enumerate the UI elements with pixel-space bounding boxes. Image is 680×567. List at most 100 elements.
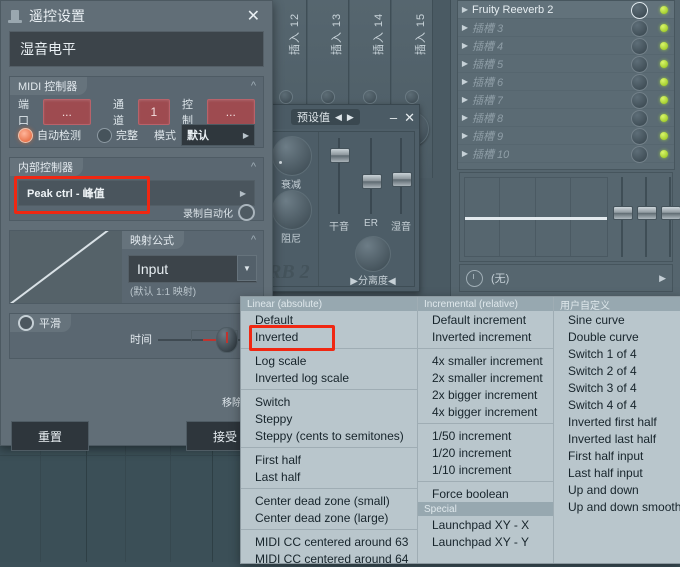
menu-item-inverted-log-scale[interactable]: Inverted log scale	[241, 369, 417, 386]
menu-item-inverted-increment[interactable]: Inverted increment	[418, 328, 553, 345]
menu-item-launchpad-xy-x[interactable]: Launchpad XY - X	[418, 516, 553, 533]
menu-item-first-half[interactable]: First half	[241, 451, 417, 468]
slot-led-icon[interactable]	[660, 96, 668, 104]
menu-item-switch[interactable]: Switch	[241, 393, 417, 410]
eq-fader[interactable]	[636, 177, 657, 257]
mapping-curve-graph[interactable]	[10, 231, 122, 303]
slot-knob[interactable]	[631, 74, 648, 91]
rack-footer[interactable]: (无) ▶	[459, 264, 673, 292]
expand-arrow-icon[interactable]: ▶	[458, 131, 472, 140]
slot-led-icon[interactable]	[660, 42, 668, 50]
collapse-chevron-icon[interactable]: ^	[251, 161, 256, 173]
menu-item-sine-curve[interactable]: Sine curve	[554, 311, 680, 328]
omni-radio[interactable]	[97, 127, 112, 143]
expand-arrow-icon[interactable]: ▶	[458, 149, 472, 158]
menu-item-launchpad-xy-y[interactable]: Launchpad XY - Y	[418, 533, 553, 550]
slot-led-icon[interactable]	[660, 132, 668, 140]
menu-item-2x-bigger[interactable]: 2x bigger increment	[418, 386, 553, 403]
expand-arrow-icon[interactable]: ▶	[458, 23, 472, 32]
minimize-button[interactable]: –	[390, 111, 397, 124]
rack-slot[interactable]: ▶ 插槽 10	[458, 145, 674, 163]
mode-selector[interactable]: 默认 ▶	[181, 124, 255, 146]
rack-slot[interactable]: ▶ 插槽 6	[458, 73, 674, 91]
menu-item-default[interactable]: Default	[241, 311, 417, 328]
slot-led-icon[interactable]	[660, 60, 668, 68]
menu-item-double-curve[interactable]: Double curve	[554, 328, 680, 345]
menu-item-steppy-cents[interactable]: Steppy (cents to semitones)	[241, 427, 417, 444]
pan-knob[interactable]	[321, 90, 335, 104]
channel-field[interactable]: 1	[137, 99, 170, 125]
menu-item-inverted-first-half[interactable]: Inverted first half	[554, 413, 680, 430]
slot-led-icon[interactable]	[660, 24, 668, 32]
preset-selector[interactable]: 预设值 ◀ ▶	[291, 109, 360, 125]
menu-item-4x-smaller[interactable]: 4x smaller increment	[418, 352, 553, 369]
eq-fader[interactable]	[612, 177, 633, 257]
menu-item-1-10-increment[interactable]: 1/10 increment	[418, 461, 553, 478]
pan-knob[interactable]	[363, 90, 377, 104]
collapse-chevron-icon[interactable]: ^	[251, 234, 256, 246]
separation-knob[interactable]	[355, 236, 391, 272]
slot-led-icon[interactable]	[660, 78, 668, 86]
rack-slot[interactable]: ▶ 插槽 8	[458, 109, 674, 127]
internal-controller-selector[interactable]: Peak ctrl - 峰值 ▶	[18, 180, 255, 206]
wet-slider[interactable]	[390, 138, 412, 214]
damping-knob[interactable]	[272, 190, 312, 230]
mapping-dropdown-button[interactable]: ▼	[237, 255, 257, 281]
menu-item-first-half-input[interactable]: First half input	[554, 447, 680, 464]
er-slider[interactable]	[360, 138, 382, 214]
port-field[interactable]: ...	[42, 99, 92, 125]
rack-slot[interactable]: ▶ 插槽 4	[458, 37, 674, 55]
expand-arrow-icon[interactable]: ▶	[458, 77, 472, 86]
prev-arrow-icon[interactable]: ◀	[335, 112, 342, 123]
expand-arrow-icon[interactable]: ▶	[458, 41, 472, 50]
menu-item-2x-smaller[interactable]: 2x smaller increment	[418, 369, 553, 386]
slot-knob[interactable]	[631, 128, 648, 145]
menu-item-1-20-increment[interactable]: 1/20 increment	[418, 444, 553, 461]
menu-item-switch-1-of-4[interactable]: Switch 1 of 4	[554, 345, 680, 362]
rack-slot[interactable]: ▶ 插槽 7	[458, 91, 674, 109]
menu-item-switch-4-of-4[interactable]: Switch 4 of 4	[554, 396, 680, 413]
time-slider-knob[interactable]	[216, 327, 239, 353]
slot-led-icon[interactable]	[660, 6, 668, 14]
menu-item-4x-bigger[interactable]: 4x bigger increment	[418, 403, 553, 420]
menu-item-1-50-increment[interactable]: 1/50 increment	[418, 427, 553, 444]
plugin-titlebar[interactable]: 预设值 ◀ ▶ – ✕	[259, 105, 419, 129]
slot-knob[interactable]	[631, 110, 648, 127]
dry-slider[interactable]	[328, 138, 350, 214]
menu-item-last-half-input[interactable]: Last half input	[554, 464, 680, 481]
menu-item-last-half[interactable]: Last half	[241, 468, 417, 485]
slot-knob[interactable]	[631, 2, 648, 19]
menu-item-default-increment[interactable]: Default increment	[418, 311, 553, 328]
menu-item-log-scale[interactable]: Log scale	[241, 352, 417, 369]
menu-item-switch-2-of-4[interactable]: Switch 2 of 4	[554, 362, 680, 379]
smoothing-toggle-radio[interactable]	[18, 315, 34, 331]
slot-knob[interactable]	[631, 92, 648, 109]
slot-knob[interactable]	[631, 56, 648, 73]
menu-item-up-and-down[interactable]: Up and down	[554, 481, 680, 498]
pan-knob[interactable]	[405, 90, 419, 104]
rack-slot[interactable]: ▶ 插槽 5	[458, 55, 674, 73]
menu-item-force-boolean[interactable]: Force boolean	[418, 485, 553, 502]
dialog-titlebar[interactable]: 遥控设置 ✕	[1, 1, 272, 31]
parameter-name-field[interactable]: 湿音电平	[9, 31, 264, 67]
rack-slot[interactable]: ▶ 插槽 3	[458, 19, 674, 37]
reset-button[interactable]: 重置	[11, 421, 89, 451]
expand-arrow-icon[interactable]: ▶	[458, 95, 472, 104]
close-button[interactable]: ✕	[404, 111, 415, 124]
menu-item-steppy[interactable]: Steppy	[241, 410, 417, 427]
chevron-right-icon[interactable]: ▶	[659, 273, 666, 284]
smoothing-panel-header[interactable]: 平滑	[10, 314, 71, 332]
expand-arrow-icon[interactable]: ▶	[458, 5, 472, 14]
decay-knob[interactable]	[272, 136, 312, 176]
slot-led-icon[interactable]	[660, 150, 668, 158]
auto-detect-radio[interactable]	[18, 127, 33, 143]
next-arrow-icon[interactable]: ▶	[347, 112, 354, 123]
slot-knob[interactable]	[631, 146, 648, 163]
remove-conflicts-link[interactable]: 移除冲突	[1, 394, 262, 409]
eq-graph[interactable]	[464, 177, 608, 257]
expand-arrow-icon[interactable]: ▶	[458, 59, 472, 68]
pan-knob[interactable]	[279, 90, 293, 104]
menu-item-center-dead-zone-small[interactable]: Center dead zone (small)	[241, 492, 417, 509]
control-field[interactable]: ...	[206, 99, 255, 125]
expand-arrow-icon[interactable]: ▶	[458, 113, 472, 122]
